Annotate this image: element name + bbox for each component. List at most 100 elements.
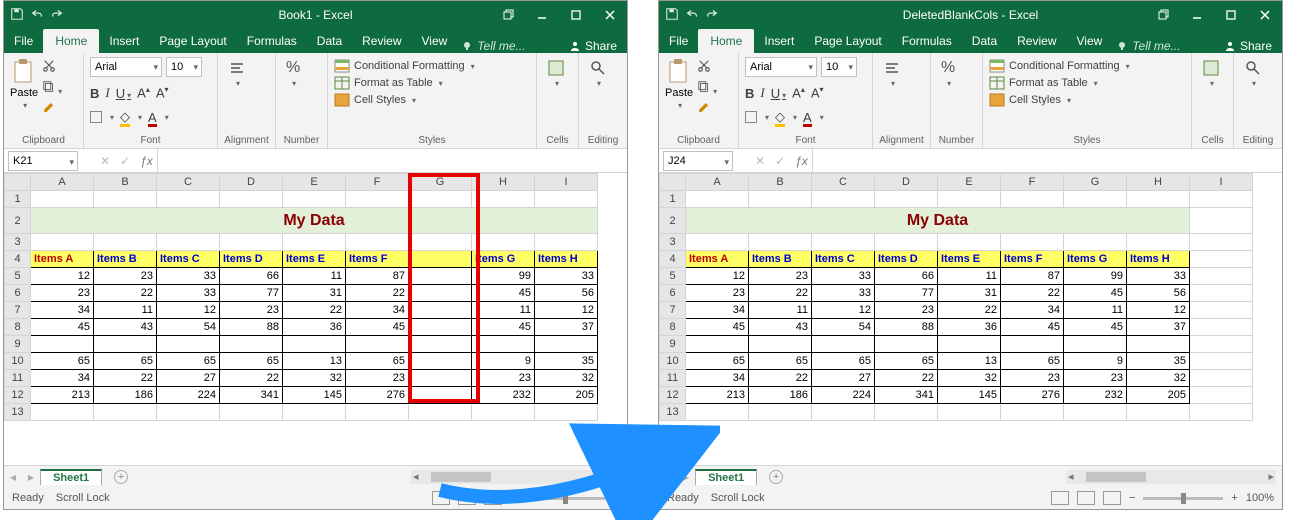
- cell[interactable]: 54: [157, 319, 220, 336]
- header-cell[interactable]: Items G: [1064, 251, 1127, 268]
- column-header-F[interactable]: F: [1001, 174, 1064, 191]
- cell[interactable]: [157, 191, 220, 208]
- title-cell[interactable]: My Data: [686, 208, 1190, 234]
- cell[interactable]: 33: [812, 268, 875, 285]
- cell[interactable]: [1127, 191, 1190, 208]
- cells-button[interactable]: ▾: [543, 57, 569, 133]
- cell[interactable]: 213: [31, 387, 94, 404]
- row-header-3[interactable]: 3: [5, 234, 31, 251]
- cell[interactable]: [1190, 208, 1253, 234]
- save-icon[interactable]: [665, 7, 679, 24]
- alignment-button[interactable]: ▾: [879, 57, 905, 133]
- page-break-view-icon[interactable]: [1103, 491, 1121, 505]
- row-header-8[interactable]: 8: [5, 319, 31, 336]
- cell[interactable]: [938, 191, 1001, 208]
- column-header-A[interactable]: A: [31, 174, 94, 191]
- cell[interactable]: 23: [472, 370, 535, 387]
- share-button[interactable]: Share: [559, 39, 627, 53]
- cell[interactable]: [220, 234, 283, 251]
- cell[interactable]: [535, 191, 598, 208]
- zoom-level[interactable]: 100%: [1246, 492, 1274, 504]
- share-button[interactable]: Share: [1214, 39, 1282, 53]
- cell[interactable]: 32: [283, 370, 346, 387]
- cell[interactable]: 23: [1064, 370, 1127, 387]
- copy-icon[interactable]: ▾: [697, 80, 717, 97]
- column-header-H[interactable]: H: [1127, 174, 1190, 191]
- header-cell[interactable]: Items C: [812, 251, 875, 268]
- tab-review[interactable]: Review: [352, 29, 411, 53]
- cell[interactable]: [1064, 234, 1127, 251]
- cell[interactable]: [535, 234, 598, 251]
- row-header-6[interactable]: 6: [5, 285, 31, 302]
- tab-formulas[interactable]: Formulas: [892, 29, 962, 53]
- header-cell[interactable]: Items F: [1001, 251, 1064, 268]
- cell[interactable]: [409, 370, 472, 387]
- cell[interactable]: 65: [1001, 353, 1064, 370]
- cell[interactable]: 13: [283, 353, 346, 370]
- column-header-A[interactable]: A: [686, 174, 749, 191]
- column-header-E[interactable]: E: [283, 174, 346, 191]
- horizontal-scrollbar[interactable]: ◂▸: [1066, 470, 1276, 484]
- row-header-12[interactable]: 12: [5, 387, 31, 404]
- paste-button[interactable]: Paste▾: [10, 57, 38, 133]
- cell[interactable]: 65: [686, 353, 749, 370]
- cell[interactable]: 87: [346, 268, 409, 285]
- row-header-5[interactable]: 5: [660, 268, 686, 285]
- cell[interactable]: 32: [938, 370, 1001, 387]
- cell[interactable]: 34: [31, 302, 94, 319]
- select-all-corner[interactable]: [5, 174, 31, 191]
- cell[interactable]: 12: [1127, 302, 1190, 319]
- cell[interactable]: [1127, 234, 1190, 251]
- cell[interactable]: 23: [346, 370, 409, 387]
- cell[interactable]: 22: [283, 302, 346, 319]
- cell[interactable]: 65: [346, 353, 409, 370]
- cell[interactable]: [409, 268, 472, 285]
- font-color-button[interactable]: A: [148, 110, 157, 125]
- tab-insert[interactable]: Insert: [99, 29, 149, 53]
- row-header-6[interactable]: 6: [660, 285, 686, 302]
- row-header-8[interactable]: 8: [660, 319, 686, 336]
- cell[interactable]: [875, 191, 938, 208]
- cell[interactable]: [220, 404, 283, 421]
- cell[interactable]: [283, 336, 346, 353]
- cell[interactable]: [283, 234, 346, 251]
- row-header-9[interactable]: 9: [5, 336, 31, 353]
- sheet-tab[interactable]: Sheet1: [695, 469, 757, 485]
- shrink-font-button[interactable]: A▾: [156, 85, 169, 100]
- cell[interactable]: [1190, 387, 1253, 404]
- copy-icon[interactable]: ▾: [42, 80, 62, 97]
- cell[interactable]: 23: [220, 302, 283, 319]
- cell[interactable]: [686, 234, 749, 251]
- header-cell[interactable]: Items E: [283, 251, 346, 268]
- cell[interactable]: 11: [938, 268, 1001, 285]
- cell[interactable]: 77: [220, 285, 283, 302]
- tab-home[interactable]: Home: [43, 29, 99, 53]
- cell[interactable]: 23: [749, 268, 812, 285]
- cell[interactable]: [31, 191, 94, 208]
- cell[interactable]: 186: [749, 387, 812, 404]
- cell[interactable]: [1064, 404, 1127, 421]
- row-header-11[interactable]: 11: [660, 370, 686, 387]
- cell[interactable]: 27: [157, 370, 220, 387]
- horizontal-scrollbar[interactable]: ◂▸: [411, 470, 621, 484]
- header-cell[interactable]: Items F: [346, 251, 409, 268]
- normal-view-icon[interactable]: [432, 491, 450, 505]
- tab-data[interactable]: Data: [307, 29, 352, 53]
- row-header-4[interactable]: 4: [660, 251, 686, 268]
- paste-button[interactable]: Paste▾: [665, 57, 693, 133]
- cell[interactable]: [94, 404, 157, 421]
- cell[interactable]: 65: [220, 353, 283, 370]
- cell[interactable]: [220, 191, 283, 208]
- font-size-select[interactable]: 10: [166, 57, 202, 77]
- normal-view-icon[interactable]: [1051, 491, 1069, 505]
- cell[interactable]: 36: [938, 319, 1001, 336]
- cell[interactable]: [535, 336, 598, 353]
- cell[interactable]: [409, 387, 472, 404]
- cell[interactable]: 205: [535, 387, 598, 404]
- cell[interactable]: [1064, 336, 1127, 353]
- new-sheet-button[interactable]: +: [769, 470, 783, 484]
- row-header-9[interactable]: 9: [660, 336, 686, 353]
- cell[interactable]: 66: [875, 268, 938, 285]
- header-cell[interactable]: Items C: [157, 251, 220, 268]
- cell[interactable]: [1001, 404, 1064, 421]
